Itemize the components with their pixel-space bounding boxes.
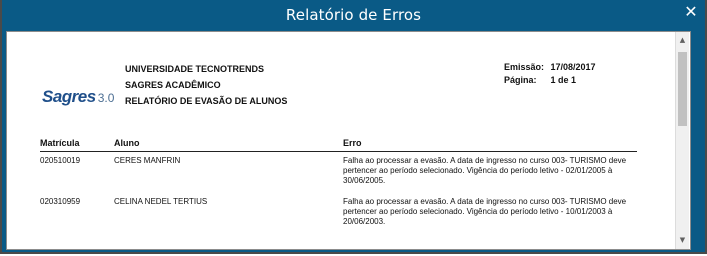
logo-word: Sagres	[42, 87, 96, 106]
cell-matricula: 020510019	[40, 156, 81, 165]
system-name: SAGRES ACADÊMICO	[125, 80, 221, 90]
table-header: Matrícula Aluno Erro	[40, 138, 637, 152]
close-icon[interactable]: ✕	[683, 4, 699, 20]
emission-label: Emissão:	[504, 62, 545, 72]
cell-aluno: CERES MANFRIN	[114, 156, 181, 165]
sagres-logo: Sagres 3.0	[42, 87, 114, 107]
report-viewer[interactable]: Sagres 3.0 UNIVERSIDADE TECNOTRENDS SAGRE…	[6, 31, 691, 250]
cell-aluno: CELINA NEDEL TERTIUS	[114, 197, 208, 206]
scroll-down-icon[interactable]: ▼	[676, 234, 689, 247]
dialog-titlebar: Relatório de Erros ✕	[2, 0, 705, 31]
col-header-aluno: Aluno	[114, 138, 140, 148]
cell-erro: Falha ao processar a evasão. A data de i…	[343, 197, 627, 226]
report-name: RELATÓRIO DE EVASÃO DE ALUNOS	[125, 96, 288, 106]
page-label: Página:	[504, 75, 537, 85]
scroll-thumb[interactable]	[678, 52, 687, 126]
logo-version: 3.0	[97, 91, 115, 105]
report-document: Sagres 3.0 UNIVERSIDADE TECNOTRENDS SAGRE…	[7, 32, 675, 249]
cell-erro: Falha ao processar a evasão. A data de i…	[343, 156, 627, 185]
vertical-scrollbar[interactable]: ▲ ▼	[675, 32, 689, 249]
scroll-up-icon[interactable]: ▲	[676, 34, 689, 47]
col-header-matricula: Matrícula	[40, 138, 80, 148]
col-header-erro: Erro	[343, 138, 362, 148]
dialog-title: Relatório de Erros	[285, 6, 422, 24]
report-header-meta: Emissão: 17/08/2017 Página: 1 de 1	[504, 61, 596, 87]
institution-name: UNIVERSIDADE TECNOTRENDS	[125, 64, 265, 74]
error-report-dialog: Relatório de Erros ✕ Sagres 3.0 UNIVERSID…	[0, 0, 707, 254]
page-number: 1 de 1	[550, 75, 577, 85]
emission-date: 17/08/2017	[550, 62, 596, 72]
report-header-org: UNIVERSIDADE TECNOTRENDS SAGRES ACADÊMIC…	[125, 61, 287, 109]
cell-matricula: 020310959	[40, 197, 81, 206]
